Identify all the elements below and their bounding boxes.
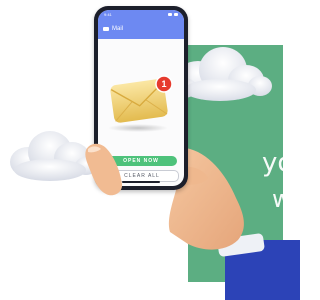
signal-icon (168, 13, 172, 16)
background-text-line-2: w (272, 185, 292, 213)
notification-badge: 1 (155, 75, 173, 93)
app-title: Mail (112, 26, 124, 32)
status-bar: 9:41 (98, 10, 184, 19)
home-indicator (122, 181, 160, 183)
envelope-icon: 1 (108, 75, 173, 132)
mail-icon (103, 27, 109, 31)
envelope-illustration: 1 (98, 46, 184, 146)
status-time: 9:41 (104, 12, 112, 17)
app-header: Mail (98, 19, 184, 39)
battery-icon (174, 13, 178, 16)
thumb-icon (85, 143, 123, 196)
status-icons (168, 13, 178, 16)
background-text-line-1: yo (262, 148, 294, 178)
badge-count: 1 (161, 79, 166, 89)
